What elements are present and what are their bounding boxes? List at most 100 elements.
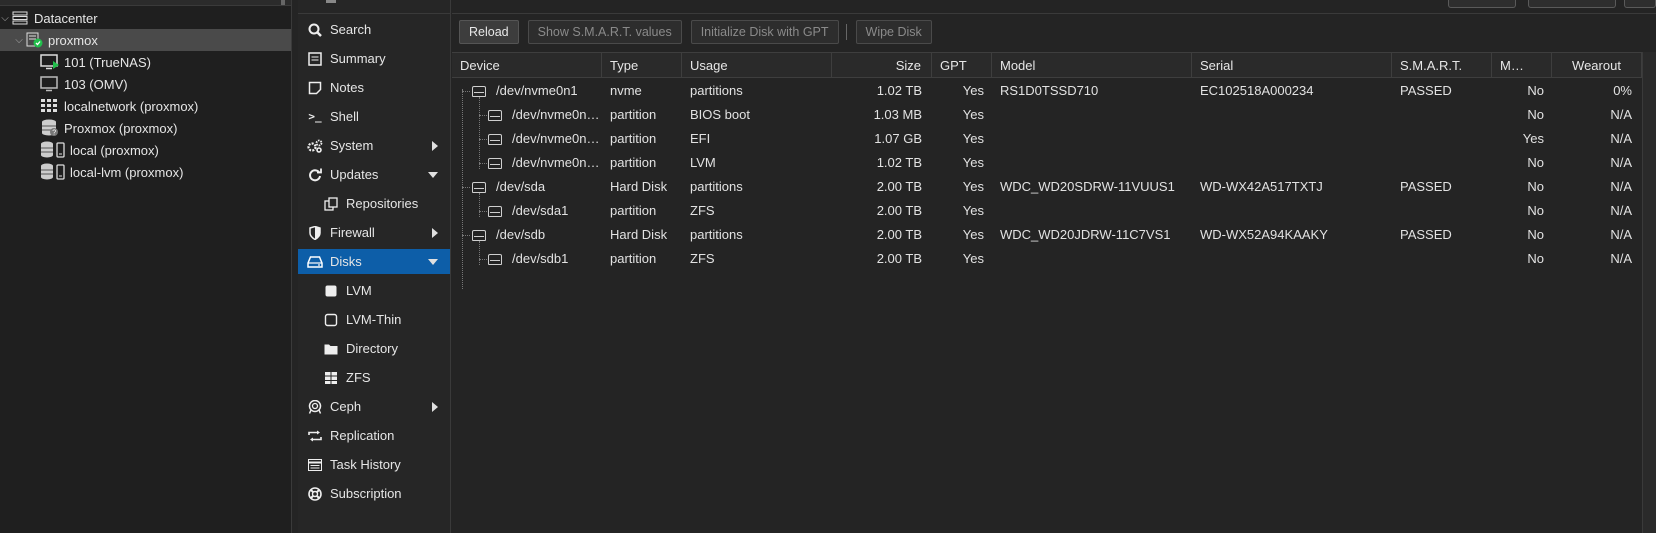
model-cell [1000,127,1192,151]
expand-arrow-icon[interactable] [432,401,438,412]
tree-item-storage-local-lvm[interactable]: local-lvm (proxmox) [0,161,291,183]
model-cell [1000,199,1192,223]
disks-toolbar: Reload Show S.M.A.R.T. values Initialize… [452,17,1656,47]
collapse-arrow-icon[interactable] [428,171,438,178]
column-header-device[interactable]: Device [452,53,602,78]
nav-item-lvm[interactable]: LVM [298,278,450,303]
column-header-gpt[interactable]: GPT [932,53,992,78]
initialize-gpt-button[interactable]: Initialize Disk with GPT [690,20,839,44]
panel-header-strip [452,0,1656,14]
nav-item-label: Updates [330,167,379,182]
header-button-stub[interactable] [1448,0,1516,8]
nav-item-summary[interactable]: Summary [298,46,450,71]
smart-cell: PASSED [1400,83,1452,98]
nav-item-disks[interactable]: Disks [298,249,450,274]
nav-item-directory[interactable]: Directory [298,336,450,361]
gpt-cell: Yes [962,155,984,170]
smart-cell: PASSED [1400,227,1452,242]
tree-connector [479,259,487,260]
tree-item-datacenter[interactable]: ⌵ Datacenter [0,7,291,29]
column-header-size[interactable]: Size [832,53,932,78]
nav-item-label: Disks [330,254,362,269]
table-row[interactable]: /dev/nvme0n1p2 partition EFI 1.07 GB Yes… [452,127,1642,151]
tree-item-storage-proxmox[interactable]: ? Proxmox (proxmox) [0,117,291,139]
type-cell: Hard Disk [610,227,668,242]
svg-text:?: ? [52,130,56,137]
header-button-stub[interactable] [1624,0,1656,8]
expand-arrow-icon[interactable] [432,227,438,238]
usage-cell: ZFS [690,251,715,266]
nav-item-label: Replication [330,428,395,443]
tree-item-node-proxmox[interactable]: ⌵ proxmox [0,29,291,51]
tree-item-label: 103 (OMV) [64,76,128,92]
column-header-wearout[interactable]: Wearout [1552,53,1642,78]
table-row[interactable]: /dev/nvme0n1p3 partition LVM 1.02 TB Yes… [452,151,1642,175]
nav-item-label: Summary [330,51,386,66]
expand-arrow-icon[interactable] [432,140,438,151]
wipe-disk-button[interactable]: Wipe Disk [855,20,932,44]
model-cell [1000,247,1192,271]
size-cell: 1.03 MB [873,107,922,122]
tree-scroll-nub[interactable] [281,0,285,5]
nav-item-updates[interactable]: Updates [298,162,450,187]
disks-panel: Reload Show S.M.A.R.T. values Initialize… [452,0,1656,533]
table-row[interactable]: /dev/sdb1 partition ZFS 2.00 TB Yes No N… [452,247,1642,271]
reload-button[interactable]: Reload [459,20,519,44]
table-row[interactable]: /dev/sdb Hard Disk partitions 2.00 TB Ye… [452,223,1642,247]
collapse-arrow-icon[interactable] [428,258,438,265]
column-header-type[interactable]: Type [602,53,682,78]
table-row[interactable]: /dev/nvme0n1p1 partition BIOS boot 1.03 … [452,103,1642,127]
column-header-mounted[interactable]: M… [1492,53,1552,78]
table-row[interactable]: /dev/sda Hard Disk partitions 2.00 TB Ye… [452,175,1642,199]
column-header-serial[interactable]: Serial [1192,53,1392,78]
tree-item-vm-103[interactable]: 103 (OMV) [0,73,291,95]
nav-item-replication[interactable]: Replication [298,423,450,448]
nav-item-label: Task History [330,457,401,472]
nav-item-label: LVM [346,283,372,298]
tree-item-sdn-localnetwork[interactable]: localnetwork (proxmox) [0,95,291,117]
model-cell [1000,151,1192,175]
table-row[interactable]: /dev/nvme0n1 nvme partitions 1.02 TB Yes… [452,79,1642,103]
tree-connector [479,163,487,164]
table-row[interactable]: /dev/sda1 partition ZFS 2.00 TB Yes No N… [452,199,1642,223]
header-button-stub[interactable] [1528,0,1616,8]
tree-top-strip [0,0,291,6]
nav-item-label: Search [330,22,372,37]
smart-cell [1400,103,1492,127]
tree-item-vm-101[interactable]: 101 (TrueNAS) [0,51,291,73]
grid-scrollbar[interactable] [1642,52,1656,533]
show-smart-button[interactable]: Show S.M.A.R.T. values [527,20,682,44]
usage-cell: partitions [690,179,743,194]
nav-item-system[interactable]: System [298,133,450,158]
column-header-usage[interactable]: Usage [682,53,832,78]
nav-item-firewall[interactable]: Firewall [298,220,450,245]
gpt-cell: Yes [962,83,984,98]
wearout-cell: 0% [1613,83,1632,98]
tree-item-label: Datacenter [34,10,98,26]
nav-item-subscription[interactable]: Subscription [298,481,450,506]
nav-item-label: Firewall [330,225,375,240]
vm-running-icon [40,54,60,70]
hdd-icon [472,229,486,241]
size-cell: 2.00 TB [876,203,922,218]
nav-item-repositories[interactable]: Repositories [298,191,450,216]
type-cell: partition [610,203,657,218]
collapse-icon[interactable]: ⌵ [14,35,24,46]
nav-item-shell[interactable]: >_ Shell [298,104,450,129]
notes-icon [306,81,324,95]
nav-item-notes[interactable]: Notes [298,75,450,100]
node-icon [24,32,44,48]
tree-item-storage-local[interactable]: local (proxmox) [0,139,291,161]
shield-icon [306,225,324,240]
column-header-smart[interactable]: S.M.A.R.T. [1392,53,1492,78]
collapse-icon[interactable]: ⌵ [0,13,10,24]
device-cell: /dev/sdb [472,223,602,247]
nav-item-lvm-thin[interactable]: LVM-Thin [298,307,450,332]
gpt-cell: Yes [962,203,984,218]
nav-item-zfs[interactable]: ZFS [298,365,450,390]
column-header-model[interactable]: Model [992,53,1192,78]
nav-item-search[interactable]: Search [298,17,450,42]
nav-item-ceph[interactable]: Ceph [298,394,450,419]
mounted-cell: No [1527,179,1544,194]
nav-item-task-history[interactable]: Task History [298,452,450,477]
